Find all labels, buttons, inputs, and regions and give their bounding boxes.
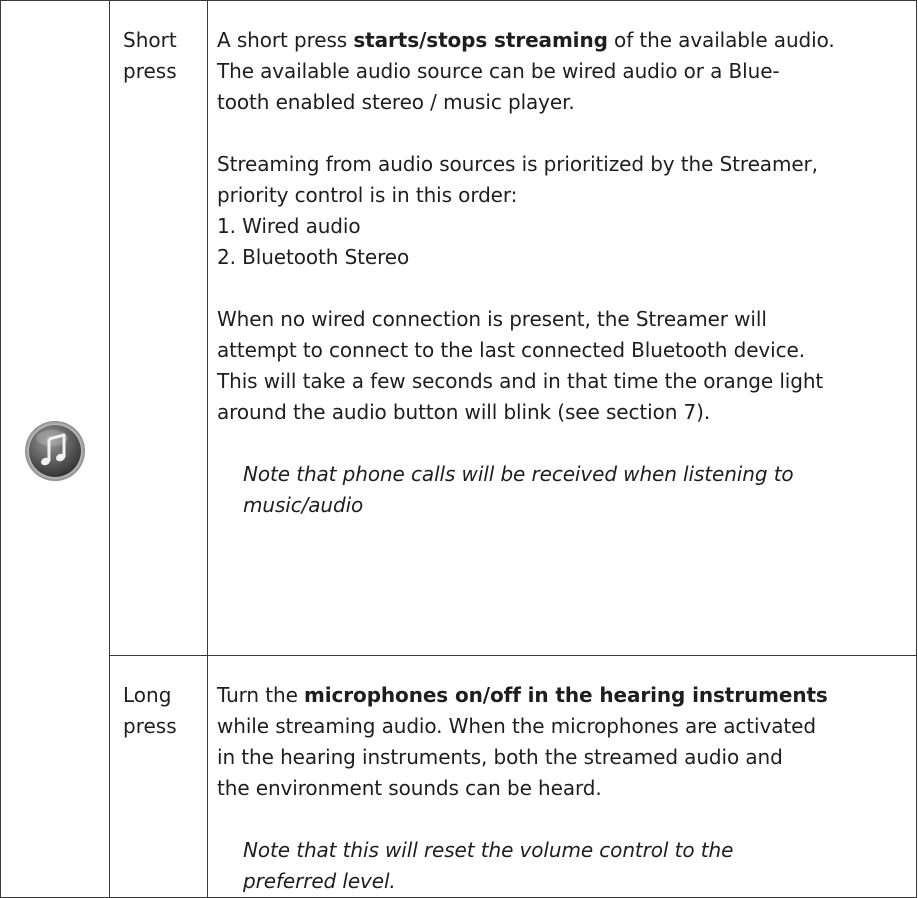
text: When no wired connection is present, the…: [217, 307, 767, 331]
text: preferred level.: [243, 869, 396, 893]
function-table: Short press A short press starts/stops s…: [0, 0, 917, 898]
text: Turn the: [217, 683, 305, 707]
label-line: press: [123, 714, 177, 738]
paragraph: A short press starts/stops streaming of …: [217, 25, 908, 118]
list-item: 2. Bluetooth Stereo: [217, 245, 410, 269]
icon-cell: [0, 0, 110, 898]
text: while streaming audio. When the micropho…: [217, 714, 816, 738]
text: Streaming from audio sources is prioriti…: [217, 152, 818, 176]
text: This will take a few seconds and in that…: [217, 369, 824, 393]
text: Note that phone calls will be received w…: [243, 462, 794, 486]
bold-text: starts/stops streaming: [353, 28, 608, 52]
music-note-icon: [24, 420, 86, 482]
text: A short press: [217, 28, 354, 52]
text: the environment sounds can be heard.: [217, 776, 602, 800]
short-press-description: A short press starts/stops streaming of …: [207, 0, 917, 656]
paragraph: When no wired connection is present, the…: [217, 304, 908, 428]
text: around the audio button will blink (see …: [217, 400, 711, 424]
paragraph: Streaming from audio sources is prioriti…: [217, 149, 908, 273]
bold-text: microphones on/off in the hearing instru…: [304, 683, 828, 707]
note: Note that phone calls will be received w…: [217, 459, 908, 521]
list-item: 1. Wired audio: [217, 214, 361, 238]
text: tooth enabled stereo / music player.: [217, 90, 575, 114]
text: Note that this will reset the volume con…: [243, 838, 734, 862]
text: music/audio: [243, 493, 364, 517]
text: of the available audio.: [607, 28, 835, 52]
text: in the hearing instruments, both the str…: [217, 745, 783, 769]
text: attempt to connect to the last connected…: [217, 338, 805, 362]
table-row: Short press A short press starts/stops s…: [0, 0, 917, 898]
short-press-label: Short press: [109, 0, 208, 656]
text: priority control is in this order:: [217, 183, 518, 207]
table-row: Long press Turn the microphones on/off i…: [1, 655, 917, 898]
note: Note that this will reset the volume con…: [217, 835, 908, 897]
text: The available audio source can be wired …: [217, 59, 780, 83]
long-press-description: Turn the microphones on/off in the heari…: [207, 655, 917, 898]
label-line: Short: [123, 28, 177, 52]
label-line: press: [123, 59, 177, 83]
long-press-label: Long press: [109, 655, 208, 898]
label-line: Long: [123, 683, 172, 707]
paragraph: Turn the microphones on/off in the heari…: [217, 680, 908, 804]
